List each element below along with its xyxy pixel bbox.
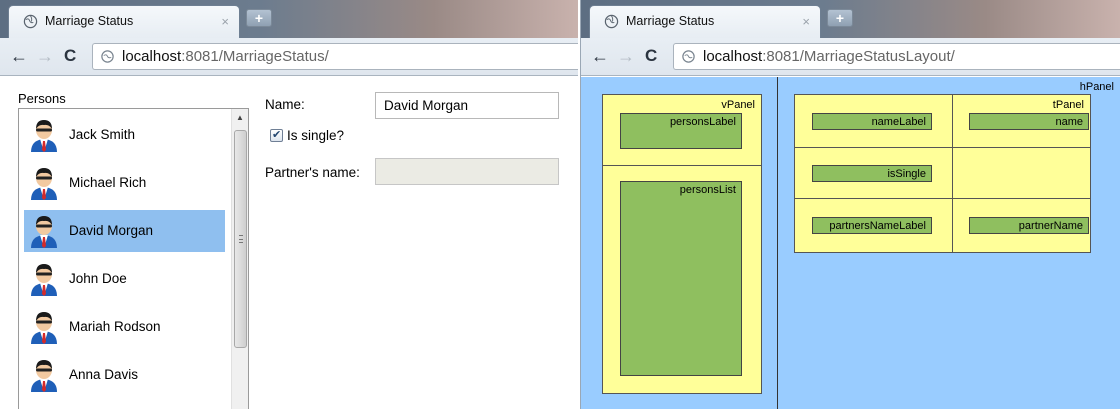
partners-name-label-box: partnersNameLabel [812, 217, 932, 234]
globe-icon [604, 14, 619, 29]
address-bar[interactable]: localhost:8081/MarriageStatus/ [92, 43, 578, 70]
scrollbar-thumb[interactable] [234, 130, 247, 348]
reload-icon[interactable]: C [645, 46, 657, 66]
persons-label: Persons [18, 91, 66, 106]
is-single-box: isSingle [812, 165, 932, 182]
person-item[interactable]: Michael Rich [24, 162, 225, 204]
tpanel-label: tPanel [1052, 99, 1084, 111]
is-single-label: Is single? [287, 128, 345, 143]
partner-name-input [375, 158, 559, 185]
person-name: Anna Davis [69, 367, 139, 382]
tab-marriage-status[interactable]: Marriage Status × [589, 5, 821, 38]
person-avatar-icon [31, 168, 57, 200]
browser-toolbar: ← → C localhost:8081/MarriageStatusLayou… [581, 38, 1120, 76]
persons-list[interactable]: Jack Smith Michael Rich David Morgan Joh… [18, 108, 249, 409]
forward-arrow-icon[interactable]: → [617, 46, 635, 66]
forward-arrow-icon[interactable]: → [36, 46, 54, 66]
person-item[interactable]: Jack Smith [24, 114, 225, 156]
person-item-selected[interactable]: David Morgan [24, 210, 225, 252]
persons-list-widget: personsList [679, 184, 736, 196]
name-box: name [969, 113, 1089, 130]
person-name: John Doe [69, 271, 127, 286]
partners-name-label-widget: partnersNameLabel [829, 220, 926, 232]
reload-icon[interactable]: C [64, 46, 76, 66]
url-text: localhost:8081/MarriageStatus/ [122, 48, 329, 65]
tab-title: Marriage Status [626, 14, 715, 28]
person-name: Michael Rich [69, 175, 147, 190]
person-avatar-icon [31, 264, 57, 296]
hpanel-label: hPanel [1079, 81, 1114, 93]
is-single-widget: isSingle [887, 168, 926, 180]
checkbox-icon[interactable] [270, 128, 283, 142]
layout-debug-view: hPanel vPanel personsLabel personsList t… [581, 77, 1120, 409]
back-arrow-icon[interactable]: ← [10, 46, 28, 66]
new-tab-button[interactable]: + [246, 9, 272, 27]
tab-close-icon[interactable]: × [802, 14, 810, 29]
tpanel-row-divider-2 [795, 198, 1090, 199]
person-name: David Morgan [69, 223, 154, 238]
tab-strip: Marriage Status × + [581, 0, 1120, 38]
tab-close-icon[interactable]: × [221, 14, 229, 29]
person-name: Jack Smith [69, 127, 136, 142]
tab-marriage-status[interactable]: Marriage Status × [8, 5, 240, 38]
page-content: Persons Jack Smith Michael Rich David Mo… [0, 77, 578, 409]
person-item[interactable]: Anna Davis [24, 354, 225, 396]
vpanel-box: vPanel personsLabel personsList [602, 94, 762, 394]
person-avatar-icon [31, 216, 57, 248]
name-label-box: nameLabel [812, 113, 932, 130]
person-avatar-icon [31, 120, 57, 152]
person-item[interactable]: John Doe [24, 258, 225, 300]
right-browser-window: Marriage Status × + ← → C localhost:8081… [580, 0, 1120, 409]
url-path: :8081/MarriageStatus/ [181, 48, 329, 65]
url-path: :8081/MarriageStatusLayout/ [762, 48, 955, 65]
tpanel-col-divider [952, 95, 953, 252]
scroll-up-icon[interactable]: ▲ [236, 113, 244, 122]
page-icon [101, 50, 114, 63]
name-widget: name [1055, 116, 1083, 128]
tpanel-row-divider-1 [795, 147, 1090, 148]
page-icon [682, 50, 695, 63]
persons-scrollbar[interactable]: ▲ ▼ [231, 109, 248, 409]
url-host: localhost [122, 48, 182, 65]
url-host: localhost [703, 48, 763, 65]
grip-icon [239, 235, 243, 243]
persons-label-widget: personsLabel [669, 116, 736, 128]
tab-title: Marriage Status [45, 14, 134, 28]
persons-label-box: personsLabel [620, 113, 742, 149]
address-bar[interactable]: localhost:8081/MarriageStatusLayout/ [673, 43, 1120, 70]
partner-name-widget: partnerName [1018, 220, 1083, 232]
globe-icon [23, 14, 38, 29]
left-browser-window: Marriage Status × + ← → C localhost:8081… [0, 0, 578, 409]
back-arrow-icon[interactable]: ← [591, 46, 609, 66]
person-avatar-icon [31, 312, 57, 344]
hpanel-divider [777, 77, 778, 409]
name-input[interactable] [375, 92, 559, 119]
partner-name-box: partnerName [969, 217, 1089, 234]
url-text: localhost:8081/MarriageStatusLayout/ [703, 48, 955, 65]
persons-list-box: personsList [620, 181, 742, 376]
partner-name-label: Partner's name: [265, 165, 360, 180]
vpanel-label: vPanel [721, 99, 755, 111]
browser-toolbar: ← → C localhost:8081/MarriageStatus/ [0, 38, 578, 76]
vpanel-divider [603, 165, 761, 166]
person-avatar-icon [31, 360, 57, 392]
person-item[interactable]: Mariah Rodson [24, 306, 225, 348]
name-label: Name: [265, 97, 305, 112]
new-tab-button[interactable]: + [827, 9, 853, 27]
person-name: Mariah Rodson [69, 319, 161, 334]
name-label-widget: nameLabel [871, 116, 926, 128]
tpanel-box: tPanel nameLabel name isSingle partnersN… [794, 94, 1091, 253]
tab-strip: Marriage Status × + [0, 0, 578, 38]
